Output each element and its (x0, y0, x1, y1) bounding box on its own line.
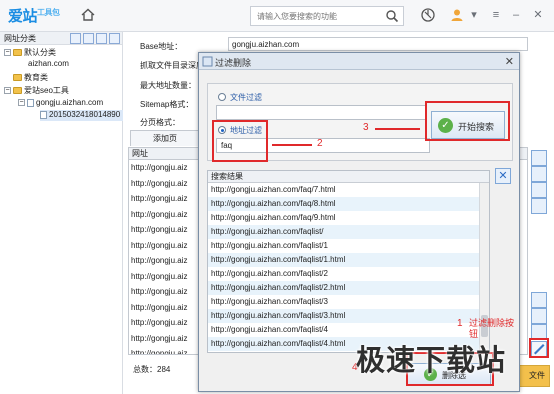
folder-icon[interactable] (83, 33, 94, 44)
collapse-icon[interactable]: − (18, 99, 25, 107)
app-logo: 爱站工具包 (8, 5, 60, 27)
search-input[interactable] (251, 7, 379, 25)
top-bar: 爱站工具包 ▾ ≡ – ✕ (0, 0, 554, 32)
dialog-close-icon[interactable]: ✕ (505, 55, 514, 68)
list-item[interactable]: http://gongju.aizhan.com/faqlist/ (208, 225, 480, 239)
max-count-label: 最大地址数量： (140, 81, 196, 90)
watermark: 极速下载站 (356, 343, 507, 377)
search-box[interactable] (250, 6, 404, 26)
list-item[interactable]: http://gongju.aizhan.com/faqlist/2 (208, 267, 480, 281)
move-top-icon[interactable] (531, 150, 547, 166)
sidebar-header: 网址分类 (0, 32, 122, 45)
page-icon (27, 98, 34, 107)
annotation-box-start (425, 101, 510, 141)
sitemap-format-label: Sitemap格式： (140, 100, 194, 109)
collapse-icon[interactable]: − (4, 87, 11, 95)
sidebar-item-label: gongju.aizhan.com (36, 98, 104, 107)
sidebar-item-label: 教育类 (24, 73, 48, 82)
table-row[interactable]: http://gongju.aiz (129, 253, 204, 269)
annotation-step2: 2 (317, 138, 323, 149)
skin-icon[interactable] (420, 7, 436, 23)
table-row[interactable]: http://gongju.aiz (129, 222, 204, 238)
annotation-box-filter (212, 120, 268, 162)
logo-sub: 工具包 (37, 8, 60, 17)
list-item[interactable]: http://gongju.aizhan.com/faq/9.html (208, 211, 480, 225)
list-item[interactable]: http://gongju.aizhan.com/faq/7.html (208, 183, 480, 197)
table-row[interactable]: http://gongju.aiz (129, 315, 204, 331)
move-down-icon[interactable] (531, 182, 547, 198)
file-filter-label[interactable]: 文件过滤 (230, 92, 262, 103)
sidebar-item-gongju[interactable]: − gongju.aizhan.com (18, 98, 103, 109)
clear-results-icon[interactable]: ✕ (495, 168, 511, 184)
annotation-step1: 1 (457, 318, 463, 329)
list-item[interactable]: http://gongju.aizhan.com/faqlist/3 (208, 295, 480, 309)
annotation-arrow-3 (375, 128, 420, 130)
list-item[interactable]: http://gongju.aizhan.com/faqlist/3.html (208, 309, 480, 323)
add-folder-icon[interactable] (70, 33, 81, 44)
sidebar-item-aizhan[interactable]: aizhan.com (28, 59, 69, 70)
close-icon[interactable]: ✕ (532, 9, 544, 21)
sidebar-item-education[interactable]: 教育类 (13, 72, 48, 83)
dialog-title: 过滤删除 (215, 58, 252, 68)
user-icon[interactable] (449, 7, 465, 23)
table-row[interactable]: http://gongju.aiz (129, 284, 204, 300)
result-header: 搜索结果 (208, 171, 489, 183)
page-icon (40, 110, 47, 119)
folder-icon (13, 74, 22, 82)
table-row[interactable]: http://gongju.aiz (129, 160, 204, 176)
dialog-app-icon (202, 56, 213, 67)
table-row[interactable]: http://gongju.aiz (129, 176, 204, 192)
home-icon[interactable] (80, 7, 96, 23)
base-label: Base地址： (140, 42, 183, 51)
dropdown-icon[interactable]: ▾ (468, 9, 480, 21)
sidebar-item-sitemap-file[interactable]: 2015032418014890 (40, 110, 123, 121)
list-item[interactable]: http://gongju.aizhan.com/faq/8.html (208, 197, 480, 211)
search-icon[interactable] (385, 9, 399, 23)
tab-add-page[interactable]: 添加页 (130, 130, 200, 146)
table-row[interactable]: http://gongju.aiz (129, 238, 204, 254)
check-icon[interactable] (531, 292, 547, 308)
table-row[interactable]: http://gongju.aiz (129, 346, 204, 354)
list-item[interactable]: http://gongju.aizhan.com/faqlist/2.html (208, 281, 480, 295)
sidebar-item-label: aizhan.com (28, 59, 69, 68)
sidebar-item-label: 2015032418014890 (49, 110, 121, 119)
move-bottom-icon[interactable] (531, 198, 547, 214)
minimize-icon[interactable]: – (510, 9, 522, 21)
file-filter-radio[interactable] (218, 93, 226, 101)
folder-icon (13, 49, 22, 57)
list-item[interactable]: http://gongju.aizhan.com/faqlist/4 (208, 323, 480, 337)
file-filter-input[interactable] (216, 105, 426, 120)
sidebar-title: 网址分类 (4, 34, 36, 43)
sidebar-item-label: 默认分类 (24, 48, 56, 57)
page-icon[interactable] (96, 33, 107, 44)
logo-text: 爱站 (8, 7, 38, 25)
base-input[interactable]: gongju.aizhan.com (228, 37, 528, 51)
search-result-list: 搜索结果 http://gongju.aizhan.com/faq/7.html… (207, 170, 490, 353)
folder-icon (13, 87, 22, 95)
edit-icon[interactable] (531, 308, 547, 324)
table-row[interactable]: http://gongju.aiz (129, 207, 204, 223)
table-row[interactable]: http://gongju.aiz (129, 269, 204, 285)
table-row[interactable]: http://gongju.aiz (129, 191, 204, 207)
dialog-titlebar: 过滤删除 ✕ (199, 53, 519, 70)
table-row[interactable]: http://gongju.aiz (129, 331, 204, 347)
move-up-icon[interactable] (531, 166, 547, 182)
sidebar-item-label: 爱站seo工具 (24, 86, 69, 95)
annotation-arrow-2 (272, 144, 312, 146)
sidebar-item-seo-tools[interactable]: − 爱站seo工具 (4, 85, 69, 96)
menu-icon[interactable]: ≡ (490, 9, 502, 21)
sidebar-item-default[interactable]: − 默认分类 (4, 47, 56, 58)
annotation-step3: 3 (363, 122, 369, 133)
list-item[interactable]: http://gongju.aizhan.com/faqlist/1 (208, 239, 480, 253)
doc-icon[interactable] (109, 33, 120, 44)
list-item[interactable]: http://gongju.aizhan.com/faqlist/1.html (208, 253, 480, 267)
annotation-box-filter-btn (529, 338, 549, 358)
sidebar: 网址分类 − 默认分类 aizhan.com 教育类 − 爱站seo工具 − gong… (0, 32, 123, 394)
table-row[interactable]: http://gongju.aiz (129, 300, 204, 316)
collapse-icon[interactable]: − (4, 49, 11, 57)
total-count: 总数：284 (133, 365, 171, 374)
page-format-label: 分页格式： (140, 118, 180, 127)
